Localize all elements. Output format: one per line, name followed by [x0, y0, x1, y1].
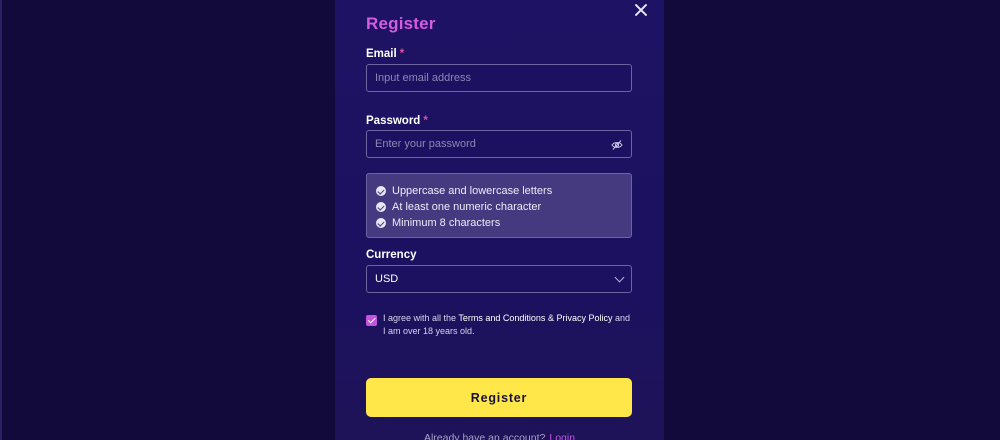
password-rule: Uppercase and lowercase letters [376, 183, 622, 199]
close-icon[interactable] [632, 0, 650, 18]
agreement-row: I agree with all the Terms and Condition… [366, 312, 632, 338]
required-mark: * [423, 115, 428, 127]
currency-label: Currency [366, 249, 417, 261]
password-input[interactable] [375, 138, 623, 150]
agreement-checkbox[interactable] [366, 315, 377, 326]
agreement-prefix: I agree with all the [383, 313, 457, 323]
login-prompt-text: Already have an account? [423, 432, 546, 440]
password-label-text: Password [366, 115, 421, 127]
currency-selected-value: USD [375, 273, 399, 285]
password-rule-text: At least one numeric character [392, 201, 542, 213]
password-rule-text: Uppercase and lowercase letters [392, 185, 553, 197]
email-field[interactable] [366, 64, 632, 92]
login-prompt: Already have an account? Login [335, 432, 664, 440]
register-button[interactable]: Register [366, 378, 632, 417]
check-circle-icon [376, 186, 386, 196]
agreement-text: I agree with all the Terms and Condition… [383, 312, 632, 338]
password-field[interactable] [366, 130, 632, 158]
terms-link[interactable]: Terms and Conditions [458, 313, 545, 323]
check-circle-icon [376, 218, 386, 228]
email-input[interactable] [375, 72, 623, 84]
agreement-separator: & [547, 313, 554, 323]
password-rule: At least one numeric character [376, 199, 622, 215]
required-mark: * [399, 48, 405, 60]
password-rules-box: Uppercase and lowercase letters At least… [366, 173, 632, 238]
chevron-down-icon [614, 272, 625, 282]
email-label-text: Email [366, 48, 397, 60]
backdrop-edge [0, 0, 2, 440]
email-label: Email * [366, 48, 404, 60]
modal-title: Register [366, 14, 436, 33]
login-link[interactable]: Login [549, 432, 575, 440]
check-circle-icon [376, 202, 386, 212]
password-rule-text: Minimum 8 characters [392, 217, 501, 229]
eye-off-icon[interactable] [611, 139, 623, 151]
privacy-link[interactable]: Privacy Policy [556, 313, 612, 323]
currency-select[interactable]: USD [366, 265, 632, 293]
password-label: Password * [366, 115, 428, 127]
password-rule: Minimum 8 characters [376, 215, 622, 231]
